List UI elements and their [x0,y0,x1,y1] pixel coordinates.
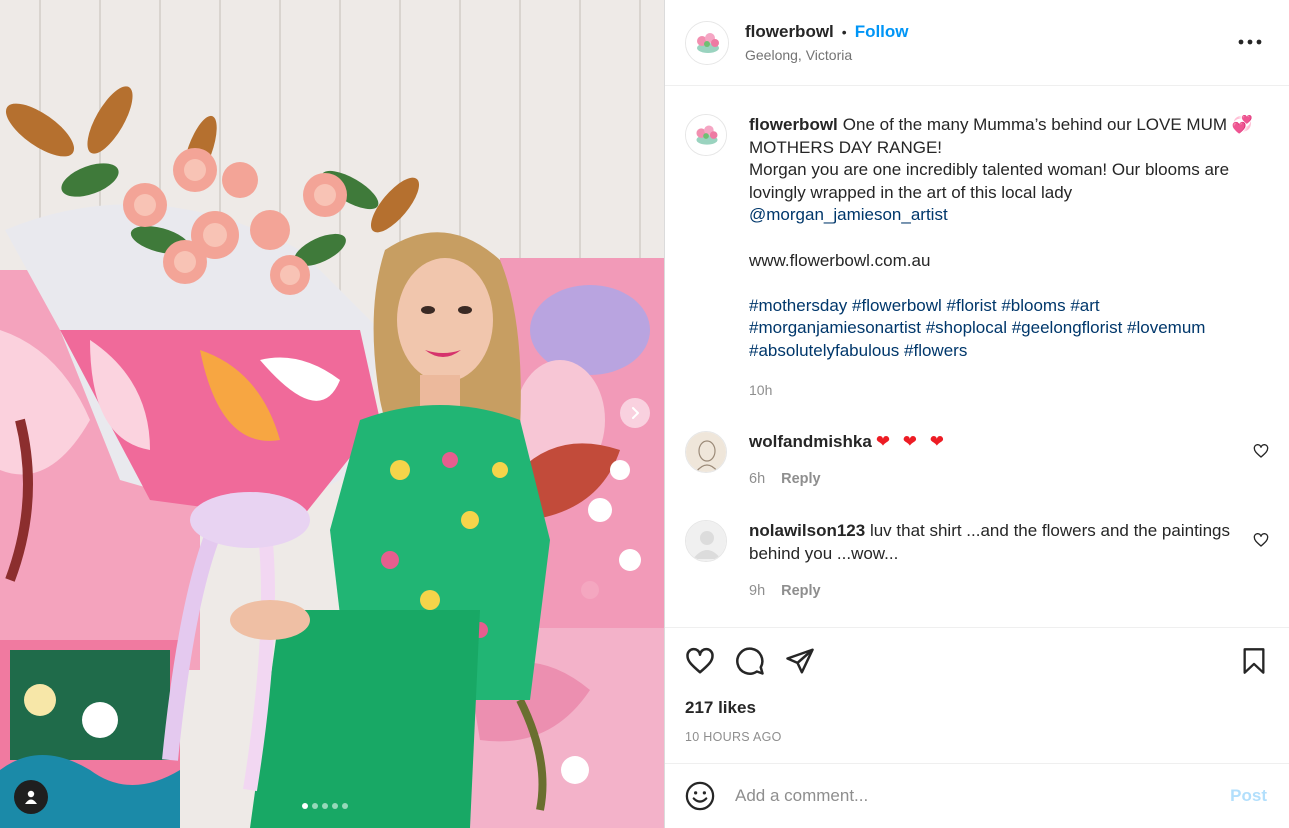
author-username[interactable]: flowerbowl [745,22,834,42]
bookmark-icon [1243,648,1265,674]
tagged-people-button[interactable] [14,780,48,814]
hashtag-link[interactable]: #blooms [1001,296,1065,315]
chevron-right-icon [632,407,639,419]
like-comment-heart-icon[interactable] [1253,443,1269,459]
caption-avatar[interactable] [685,114,727,156]
hashtag-link[interactable]: #mothersday [749,296,847,315]
comment-input[interactable] [735,786,1231,806]
separator-dot: • [841,24,847,40]
comment-time[interactable]: 6h [749,468,765,491]
comment-item: nolawilson123 luv that shirt ...and the … [685,520,1269,602]
commenter-avatar[interactable] [685,520,727,563]
more-horizontal-icon [1238,39,1262,45]
more-options-button[interactable] [1235,30,1265,54]
caption-text-body: Morgan you are one incredibly talented w… [749,160,1230,202]
post-header: flowerbowl • Follow Geelong, Victoria [665,0,1289,86]
like-comment-heart-icon[interactable] [1253,532,1269,548]
flowerbowl-logo-icon [686,21,728,64]
caption-timestamp[interactable]: 10h [749,379,1259,402]
hashtag-link[interactable]: #absolutelyfabulous [749,341,899,360]
hashtag-link[interactable]: #morganjamiesonartist [749,318,921,337]
post-photo [0,0,664,828]
hashtag-link[interactable]: #flowers [904,341,967,360]
carousel-indicator [302,803,348,809]
comment-composer: Post [665,763,1289,828]
post-caption: flowerbowl One of the many Mumma’s behind… [685,86,1269,401]
instagram-post: flowerbowl • Follow Geelong, Victoria fl… [0,0,1289,828]
reply-button[interactable]: Reply [781,580,821,603]
post-actions: 217 likes 10 HOURS AGO [665,627,1289,744]
hashtag-link[interactable]: #flowerbowl [852,296,942,315]
caption-username[interactable]: flowerbowl [749,115,838,134]
carousel-dot [312,803,318,809]
post-location[interactable]: Geelong, Victoria [745,47,909,63]
like-count[interactable]: 217 likes [685,698,1269,718]
flowerbowl-logo-icon [686,115,726,155]
hashtag-link[interactable]: #geelongflorist [1012,318,1123,337]
carousel-dot [322,803,328,809]
hashtag-link[interactable]: #shoplocal [926,318,1007,337]
emoji-button[interactable] [685,781,715,811]
carousel-dot [302,803,308,809]
author-avatar[interactable] [685,20,729,65]
comment-time[interactable]: 9h [749,580,765,603]
carousel-dot [332,803,338,809]
comment-text: ❤ ❤ ❤ [875,432,948,452]
post-details-panel: flowerbowl • Follow Geelong, Victoria fl… [664,0,1289,828]
post-comment-button[interactable]: Post [1230,786,1267,806]
sketch-portrait-icon [686,432,726,473]
next-image-button[interactable] [620,398,650,428]
commenter-avatar[interactable] [685,431,727,474]
user-tag-icon [25,790,37,804]
default-avatar-icon [686,521,726,562]
save-button[interactable] [1239,646,1269,676]
reply-button[interactable]: Reply [781,468,821,491]
like-button[interactable] [685,646,715,676]
comment-username[interactable]: wolfandmishka [749,432,872,451]
follow-button[interactable]: Follow [855,22,909,42]
paper-plane-icon [786,648,814,674]
caption-website: www.flowerbowl.com.au [749,250,931,270]
caption-hashtags: #mothersday #flowerbowl #florist #blooms… [749,295,1259,363]
carousel-dot [342,803,348,809]
comment-item: wolfandmishka ❤ ❤ ❤ 6h Reply [685,431,1269,490]
comment-bubble-icon [736,647,764,675]
comment-button[interactable] [735,646,765,676]
post-timestamp[interactable]: 10 HOURS AGO [685,730,1269,744]
hashtag-link[interactable]: #florist [947,296,997,315]
hashtag-link[interactable]: #art [1070,296,1099,315]
comments-section[interactable]: flowerbowl One of the many Mumma’s behind… [665,86,1289,627]
post-media[interactable] [0,0,664,828]
heart-icon [686,647,714,674]
hashtag-link[interactable]: #lovemum [1127,318,1205,337]
share-button[interactable] [785,646,815,676]
comment-username[interactable]: nolawilson123 [749,521,865,540]
caption-mention-link[interactable]: @morgan_jamieson_artist [749,204,1259,227]
